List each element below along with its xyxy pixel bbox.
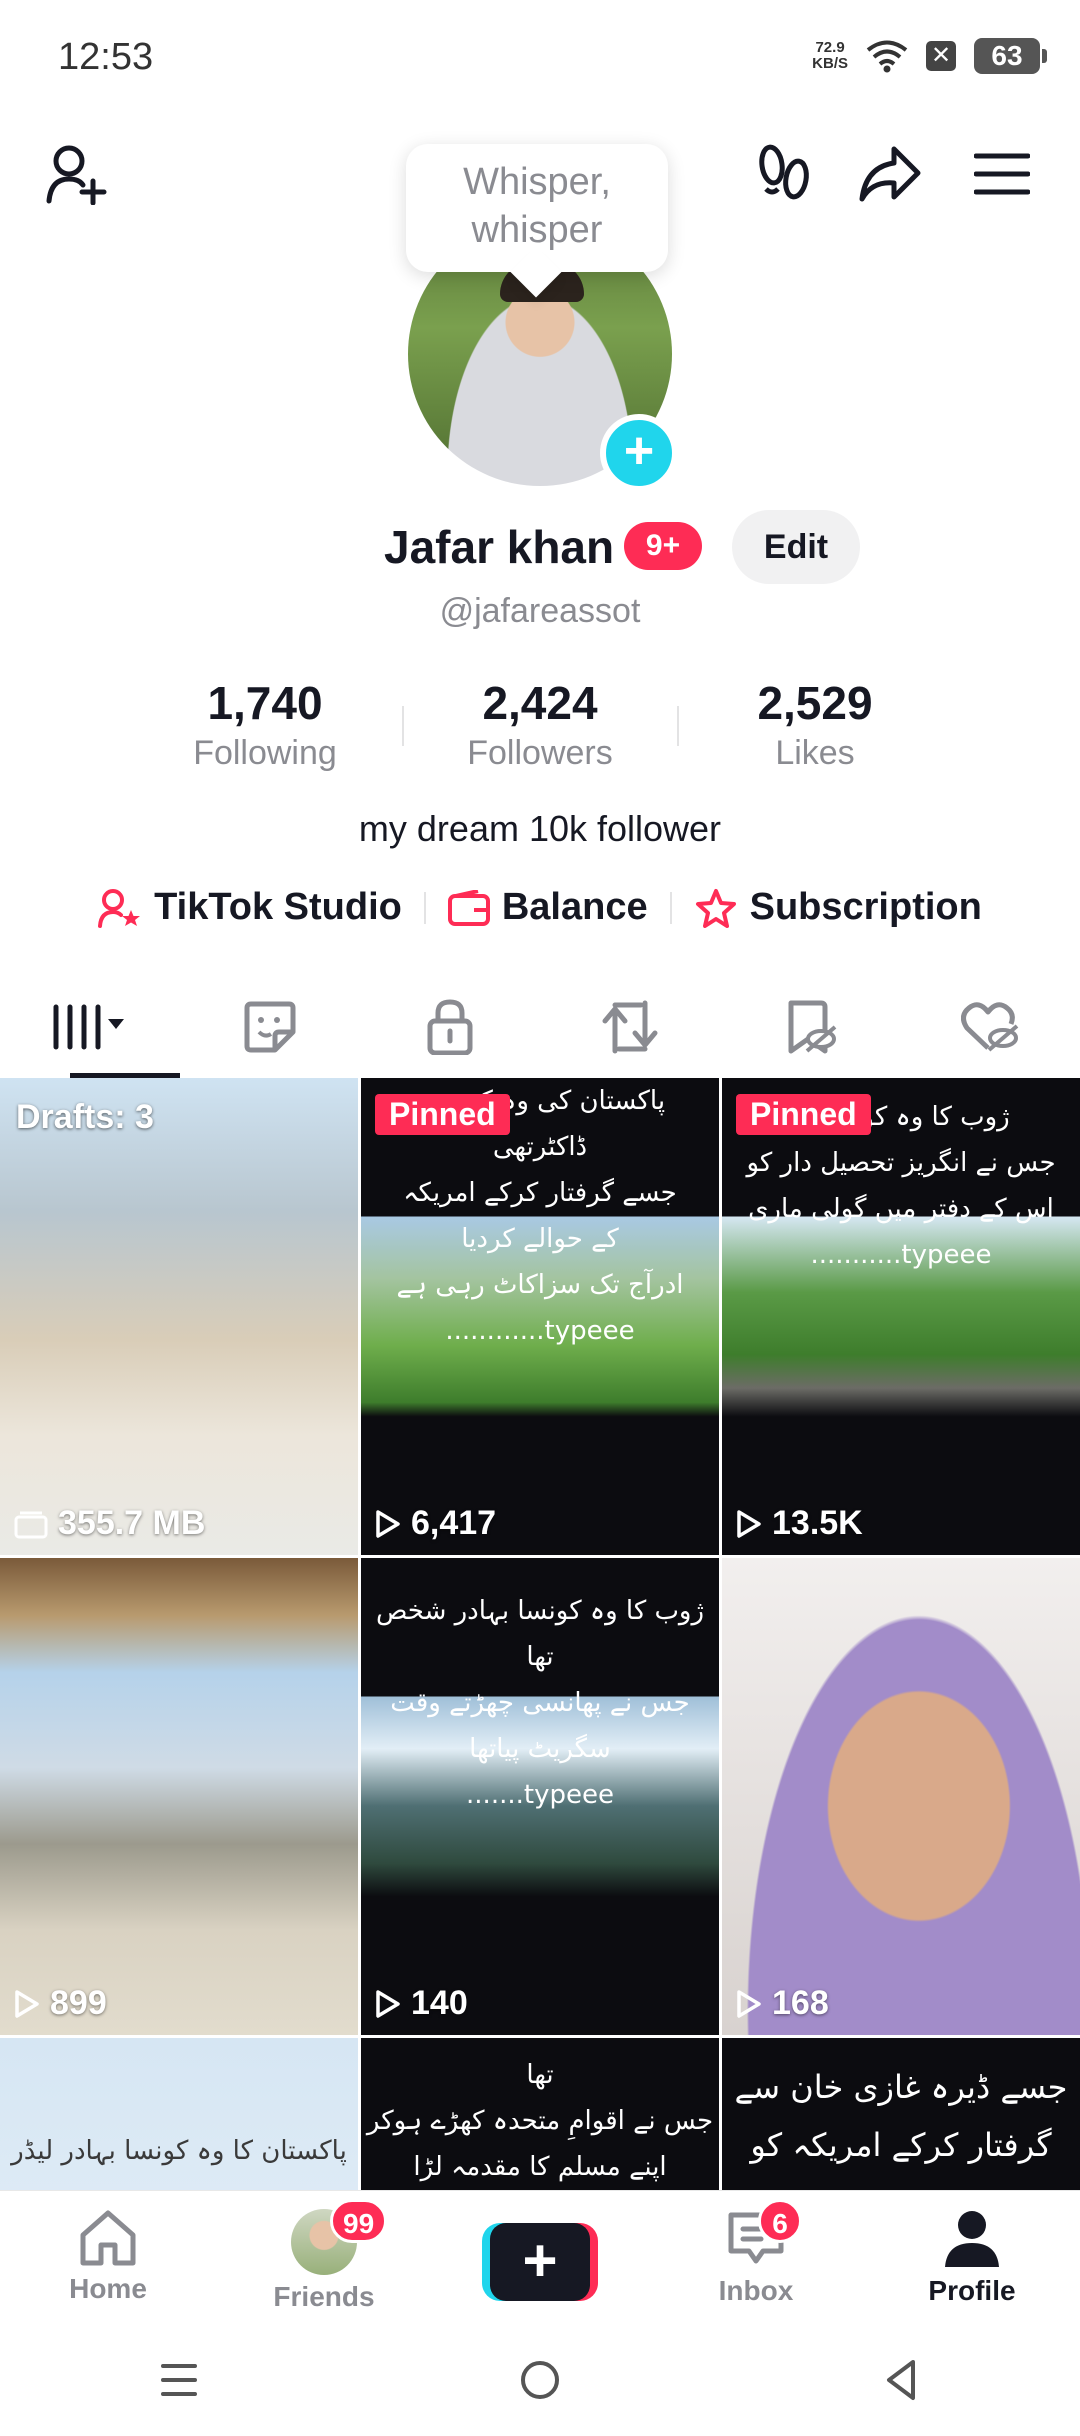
view-count: 168 [736, 1984, 829, 2023]
edit-profile-button[interactable]: Edit [732, 510, 860, 584]
lock-icon [427, 999, 473, 1055]
profile-stats: 1,740 Following 2,424 Followers 2,529 Li… [140, 676, 940, 786]
status-indicators: 72.9 KB/S ✕ 63 [812, 38, 1047, 74]
play-icon [376, 1989, 400, 2018]
stat-following[interactable]: 1,740 Following [140, 676, 390, 786]
video-tile-drafts[interactable]: Drafts: 3 355.7 MB [0, 1078, 358, 1555]
share-icon[interactable] [852, 136, 928, 212]
tab-reposts[interactable] [540, 976, 720, 1078]
bottom-navigation: Home Friends 99 + Inbox 6 Profile [0, 2190, 1080, 2324]
videos-grid-icon [53, 1004, 124, 1050]
divider [401, 706, 404, 746]
profile-icon [945, 2211, 999, 2267]
recent-apps-icon[interactable] [159, 2360, 199, 2400]
notification-badge[interactable]: 9+ [624, 522, 702, 570]
tab-liked[interactable] [900, 976, 1080, 1078]
nav-inbox[interactable]: Inbox 6 [648, 2191, 864, 2324]
profile-bio: my dream 10k follower [358, 808, 722, 849]
balance-link[interactable]: Balance [426, 886, 670, 929]
nav-home[interactable]: Home [0, 2191, 216, 2324]
tab-stickers[interactable] [180, 976, 360, 1078]
play-icon [376, 1509, 400, 1538]
favorites-hidden-icon [788, 1000, 837, 1054]
stat-followers[interactable]: 2,424 Followers [415, 676, 665, 786]
play-icon [737, 1989, 761, 2018]
divider [676, 706, 679, 746]
drafts-label: Drafts: 3 [16, 1098, 154, 1136]
video-tile[interactable]: پاکستان کی وہ کونسی ڈاکٹرتھی جسے گرفتار … [361, 1078, 719, 1555]
back-icon[interactable] [881, 2358, 921, 2402]
tab-favorites[interactable] [720, 976, 900, 1078]
video-caption: تھا جس نے اقوامِ متحدہ کھڑے ہوکر اپنے مس… [366, 2060, 714, 2182]
create-button[interactable]: + [482, 2223, 598, 2301]
nav-friends[interactable]: Friends 99 [216, 2191, 432, 2324]
tiktok-studio-link[interactable]: TikTok Studio [76, 886, 424, 929]
name-row: Jafar khan 9+ Edit [0, 510, 1080, 584]
friends-badge: 99 [330, 2199, 388, 2243]
network-speed: 72.9 KB/S [812, 39, 848, 72]
view-count: 13.5K [736, 1504, 863, 1543]
battery-indicator: 63 [974, 38, 1047, 74]
video-grid: Drafts: 3 355.7 MB پاکستان کی وہ کونسی ڈ… [0, 1078, 1080, 2190]
view-count: 6,417 [375, 1504, 496, 1543]
video-caption: جسے ڈیرہ غازی خان سے گرفتار کرکے امریکہ … [734, 2068, 1068, 2164]
whisper-bubble[interactable]: Whisper, whisper [406, 144, 668, 272]
home-circle-icon[interactable] [518, 2358, 562, 2402]
profile-links: TikTok Studio Balance Subscription [0, 886, 1080, 929]
video-tile[interactable]: 899 [0, 1558, 358, 2035]
inbox-badge: 6 [758, 2199, 802, 2243]
video-caption: ژوب کا وہ کونسا بہادر شخص تھا جس نے پھان… [375, 1596, 705, 1810]
wifi-icon [866, 40, 908, 73]
nav-profile[interactable]: Profile [864, 2191, 1080, 2324]
content-tabs [0, 976, 1080, 1078]
wallet-icon [447, 889, 490, 926]
add-friend-icon[interactable] [40, 136, 116, 212]
video-tile[interactable]: ژوب کا وہ کونسا بہادر شخص تھا جس نے پھان… [361, 1558, 719, 2035]
tab-videos[interactable] [0, 976, 180, 1078]
home-icon [80, 2210, 136, 2266]
liked-hidden-icon [961, 1002, 1019, 1052]
pinned-badge: Pinned [736, 1094, 871, 1135]
view-count: 899 [14, 1984, 107, 2023]
studio-icon [98, 888, 141, 928]
subscription-icon [695, 888, 736, 928]
pinned-badge: Pinned [375, 1094, 510, 1135]
video-tile[interactable]: پاکستان کا وہ کونسا بہادر لیڈر ہے [0, 2038, 358, 2190]
status-time: 12:53 [58, 36, 154, 78]
video-caption: پاکستان کا وہ کونسا بہادر لیڈر ہے [11, 2136, 347, 2190]
draft-size: 355.7 MB [14, 1504, 205, 1543]
video-tile[interactable]: جسے ڈیرہ غازی خان سے گرفتار کرکے امریکہ … [722, 2038, 1080, 2190]
play-icon [737, 1509, 761, 1538]
stat-likes[interactable]: 2,529 Likes [690, 676, 940, 786]
menu-icon[interactable] [964, 136, 1040, 212]
system-navigation [0, 2324, 1080, 2436]
sticker-icon [244, 1001, 296, 1053]
tab-private[interactable] [360, 976, 540, 1078]
video-tile[interactable]: ژوب کا وہ کونسا بہ جس نے انگریز تحصیل دا… [722, 1078, 1080, 1555]
nav-create[interactable]: + [432, 2191, 648, 2324]
username-handle: @jafareassot [439, 592, 641, 630]
no-sim-icon: ✕ [926, 41, 956, 71]
footprint-icon[interactable] [746, 136, 822, 212]
display-name: Jafar khan [384, 521, 615, 573]
plus-icon: + [490, 2223, 590, 2301]
status-bar: 12:53 72.9 KB/S ✕ 63 [0, 0, 1080, 120]
drafts-folder-icon [14, 1511, 48, 1538]
subscription-link[interactable]: Subscription [672, 886, 1004, 929]
video-tile[interactable]: تھا جس نے اقوامِ متحدہ کھڑے ہوکر اپنے مس… [361, 2038, 719, 2190]
play-icon [15, 1989, 39, 2018]
repost-icon [602, 1000, 658, 1054]
add-story-button[interactable]: + [600, 414, 678, 492]
view-count: 140 [375, 1984, 468, 2023]
video-tile[interactable]: 168 [722, 1558, 1080, 2035]
